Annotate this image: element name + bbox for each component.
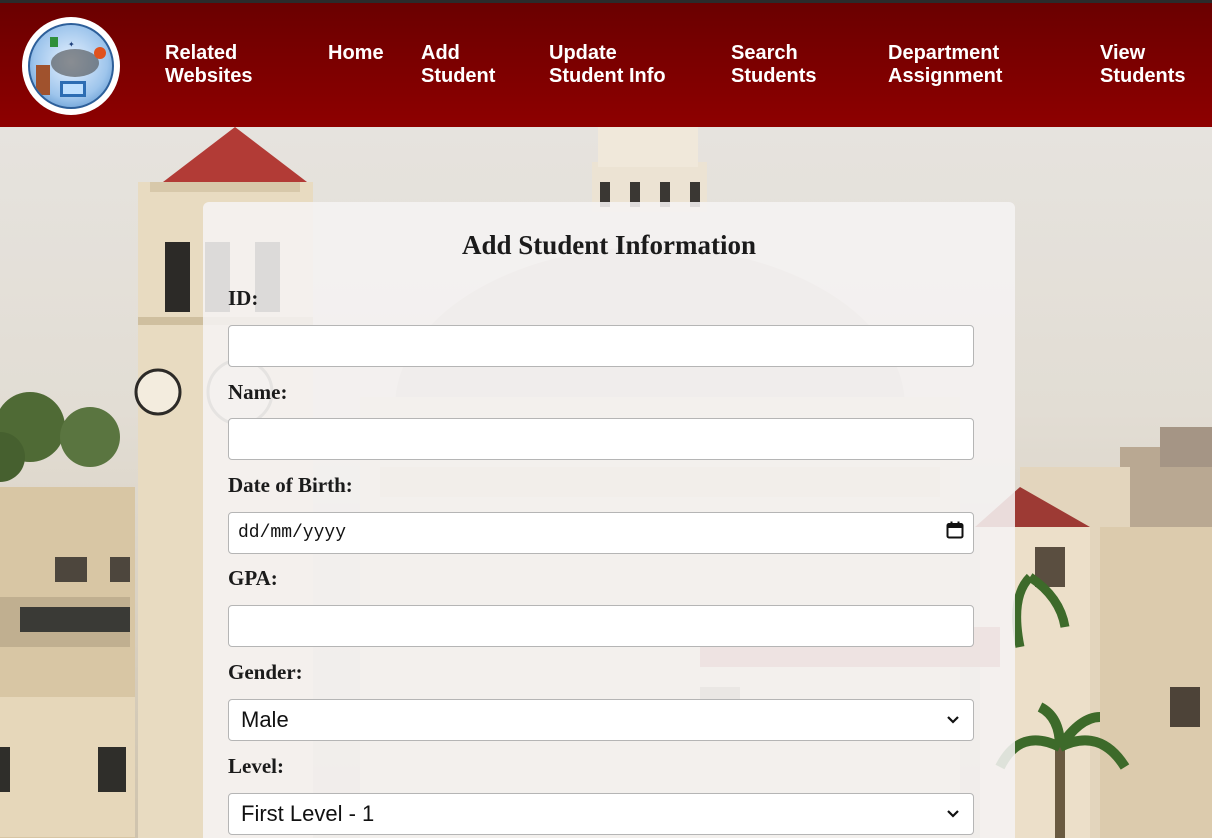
dob-input[interactable]: dd/mm/yyyy [228,512,974,554]
level-selected-value: First Level - 1 [241,801,375,826]
id-input[interactable] [228,325,974,367]
gender-selected-value: Male [241,707,289,732]
name-label: Name: [228,380,288,404]
calendar-icon[interactable] [946,521,964,545]
gpa-input[interactable] [228,605,974,647]
nav-home[interactable]: Home [328,42,384,65]
header-bar: ✦ Related Websites Home Add Student Upda… [0,0,1212,127]
gender-label: Gender: [228,660,303,684]
chevron-down-icon [945,707,961,733]
nav-view-students[interactable]: View Students [1100,42,1186,88]
nav-add-student[interactable]: Add Student [421,42,495,88]
nav-search-students[interactable]: Search Students [731,42,817,88]
dob-label: Date of Birth: [228,473,353,497]
nav-department-assignment[interactable]: Department Assignment [888,42,1002,88]
gpa-label: GPA: [228,566,278,590]
svg-text:✦: ✦ [68,40,75,49]
nav-update-student-info[interactable]: Update Student Info [549,42,666,88]
add-student-form: Add Student Information ID: Name: Date o… [203,202,1015,838]
level-select[interactable]: First Level - 1 [228,793,974,835]
university-logo-icon: ✦ [28,23,114,109]
chevron-down-icon [945,801,961,827]
level-label: Level: [228,754,284,778]
id-label: ID: [228,286,259,310]
nav-related-websites[interactable]: Related Websites [165,42,252,88]
dob-value: dd/mm/yyyy [238,523,347,543]
gender-select[interactable]: Male [228,699,974,741]
form-title: Add Student Information [461,230,757,260]
university-logo[interactable]: ✦ [22,17,120,115]
name-input[interactable] [228,418,974,460]
